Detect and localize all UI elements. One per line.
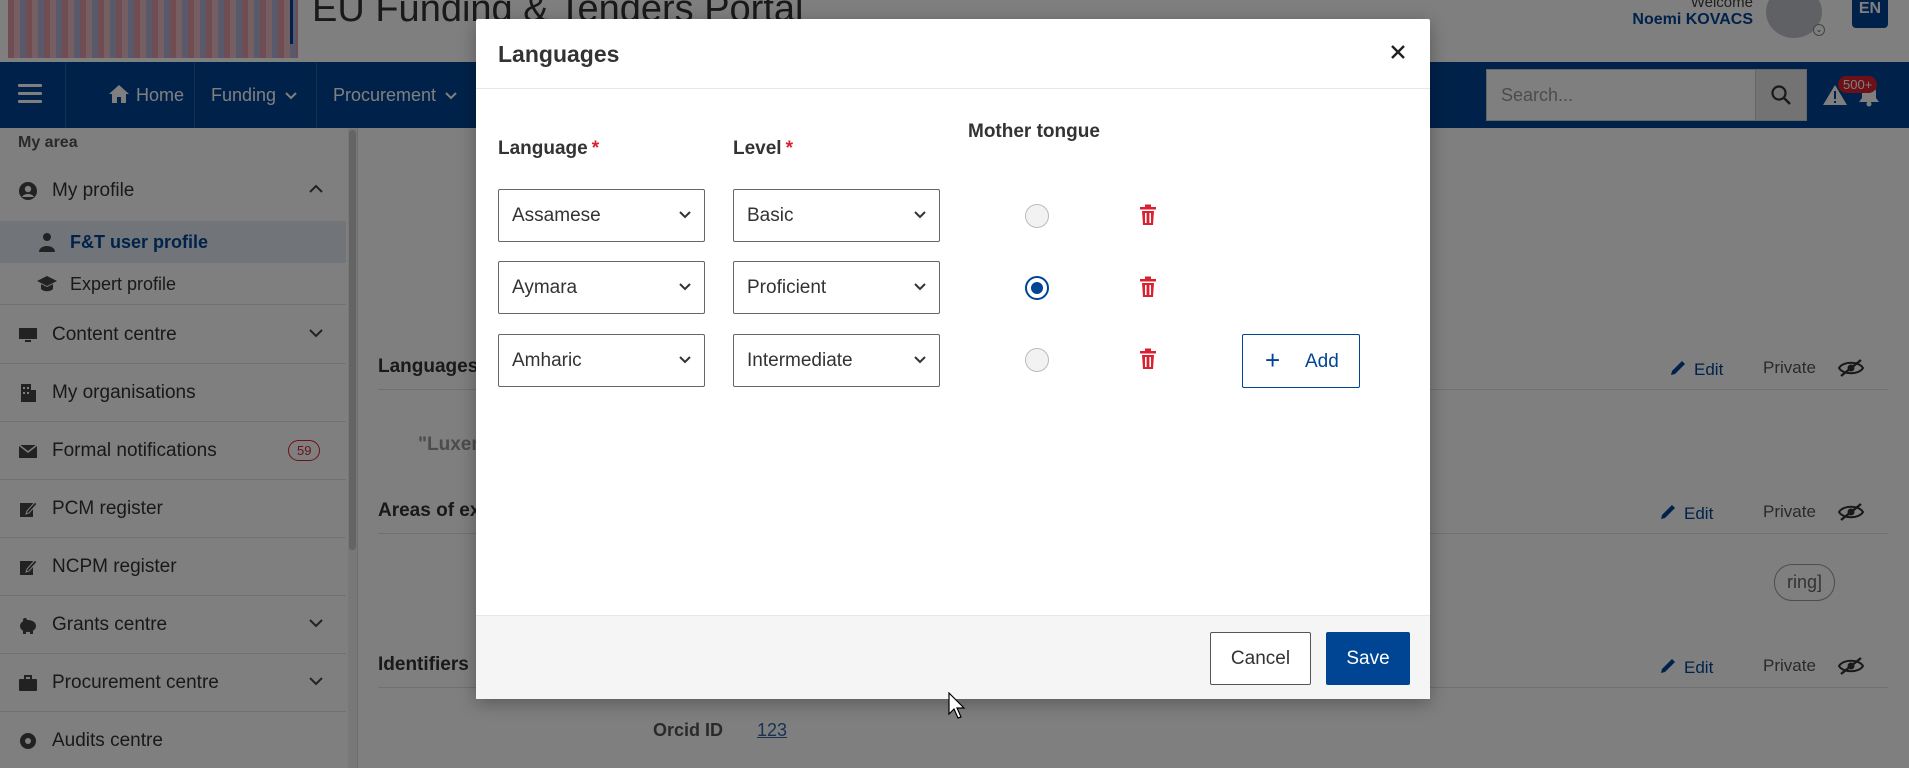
level-header-label: Level (733, 138, 782, 159)
mother-tongue-radio[interactable] (1025, 204, 1049, 228)
close-button[interactable] (1387, 43, 1409, 65)
mother-tongue-column-header: Mother tongue (968, 121, 1100, 142)
level-select-value: Basic (747, 205, 794, 226)
level-select[interactable]: Intermediate (733, 334, 940, 387)
language-select-value: Assamese (512, 205, 601, 226)
level-select-value: Proficient (747, 277, 827, 298)
modal-footer: Cancel Save (476, 615, 1430, 699)
language-select-value: Amharic (512, 350, 582, 371)
add-language-button[interactable]: + Add (1242, 334, 1360, 388)
required-marker: * (591, 138, 600, 159)
language-header-label: Language (498, 138, 588, 159)
language-select-value: Aymara (512, 277, 578, 298)
language-select[interactable]: Aymara (498, 261, 705, 314)
add-button-label: Add (1305, 351, 1339, 372)
level-select-value: Intermediate (747, 350, 853, 371)
mouse-cursor-icon (948, 692, 966, 719)
radio-dot (1031, 282, 1043, 294)
chevron-down-icon (679, 211, 691, 219)
mother-tongue-radio-selected[interactable] (1025, 276, 1049, 300)
required-marker: * (785, 138, 793, 159)
chevron-down-icon (914, 211, 926, 219)
language-select[interactable]: Amharic (498, 334, 705, 387)
language-column-header: Language * (498, 138, 599, 160)
chevron-down-icon (914, 356, 926, 364)
modal-title: Languages (498, 41, 620, 67)
mother-tongue-radio[interactable] (1025, 348, 1049, 372)
level-select[interactable]: Basic (733, 189, 940, 242)
chevron-down-icon (679, 356, 691, 364)
trash-icon[interactable] (1139, 276, 1157, 298)
close-icon (1391, 45, 1405, 59)
cancel-button[interactable]: Cancel (1210, 632, 1311, 685)
level-column-header: Level * (733, 138, 793, 160)
languages-modal: Languages Language * Level * Mother tongue… (476, 19, 1430, 699)
modal-header: Languages (476, 19, 1430, 89)
trash-icon[interactable] (1139, 348, 1157, 370)
plus-icon: + (1265, 345, 1281, 375)
trash-icon[interactable] (1139, 204, 1157, 226)
chevron-down-icon (679, 283, 691, 291)
level-select[interactable]: Proficient (733, 261, 940, 314)
language-select[interactable]: Assamese (498, 189, 705, 242)
chevron-down-icon (914, 283, 926, 291)
save-button[interactable]: Save (1326, 632, 1410, 685)
